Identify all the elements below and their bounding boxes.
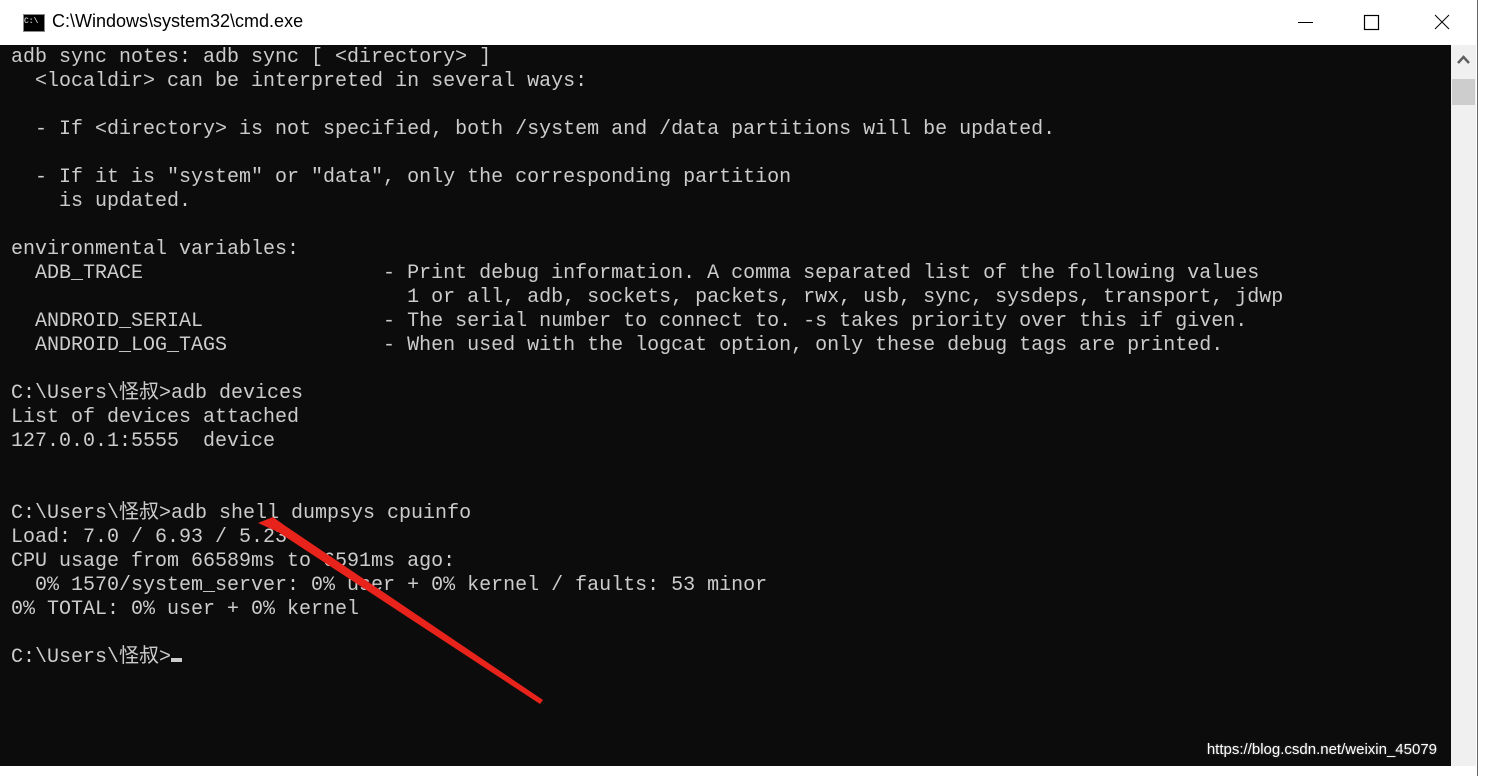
minimize-icon bbox=[1298, 22, 1313, 23]
maximize-icon bbox=[1363, 14, 1380, 31]
cmd-app-icon: C:\ bbox=[23, 14, 45, 32]
window-title: C:\Windows\system32\cmd.exe bbox=[52, 11, 304, 31]
red-arrow-annotation bbox=[258, 517, 543, 704]
scroll-up-icon[interactable] bbox=[1451, 45, 1476, 75]
scrollbar-thumb[interactable] bbox=[1452, 79, 1475, 105]
vertical-scrollbar[interactable] bbox=[1451, 45, 1476, 766]
minimize-button[interactable] bbox=[1268, 0, 1338, 45]
title-bar[interactable]: C:\ C:\Windows\system32\cmd.exe bbox=[0, 0, 1477, 45]
watermark: https://blog.csdn.net/weixin_45079 bbox=[1206, 741, 1437, 758]
close-icon bbox=[1434, 14, 1450, 30]
cmd-window: C:\ C:\Windows\system32\cmd.exe adb sync… bbox=[0, 0, 1478, 776]
background-window bbox=[1478, 0, 1488, 776]
console-output[interactable]: adb sync notes: adb sync [ <directory> ]… bbox=[0, 45, 1451, 766]
close-button[interactable] bbox=[1408, 0, 1478, 45]
maximize-button[interactable] bbox=[1338, 0, 1408, 45]
